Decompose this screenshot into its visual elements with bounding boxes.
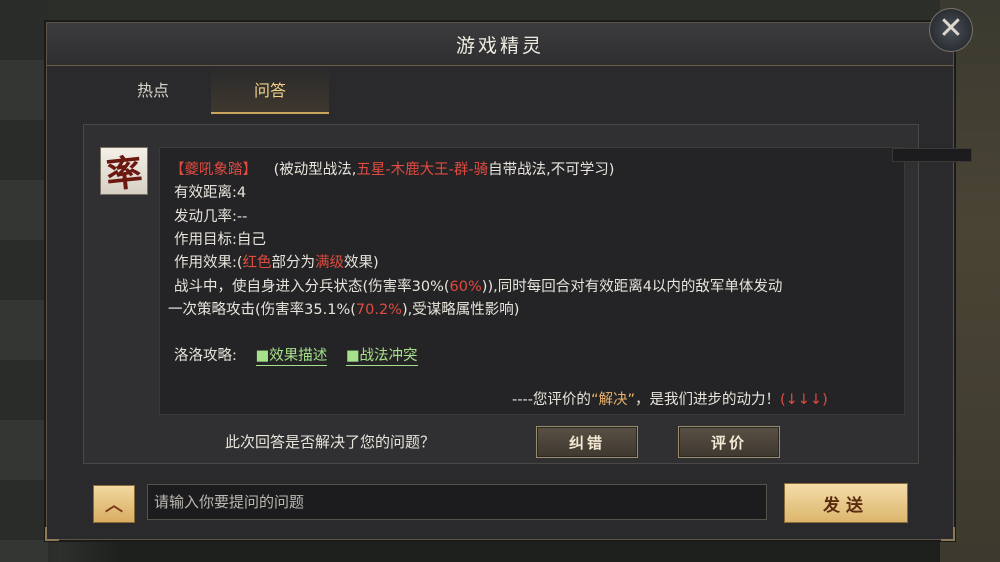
skill-desc-pre: (被动型战法, (273, 162, 357, 178)
tab-qa[interactable]: 问答 (211, 66, 329, 114)
answer-content[interactable]: 【夔吼象踏】 (被动型战法,五星-木鹿大王-群-骑自带战法,不可学习) 有效距离… (159, 147, 972, 415)
skill-title-line: 【夔吼象踏】 (被动型战法,五星-木鹿大王-群-骑自带战法,不可学习) (170, 158, 614, 179)
close-button[interactable]: ✕ (929, 8, 973, 52)
rating-arrows: (↓↓↓) (779, 392, 828, 408)
rating-mid: ，是我们进步的动力！ (634, 392, 780, 408)
question-input[interactable] (147, 484, 767, 520)
tab-hot[interactable]: 热点 (94, 66, 212, 112)
chevron-up-icon: ︿ (105, 495, 123, 516)
answer-panel: 【夔吼象踏】 (被动型战法,五星-木鹿大王-群-骑自带战法,不可学习) 有效距离… (83, 124, 972, 464)
correct-error-label: 纠错 (568, 433, 605, 452)
detail2-max: 70.2% (355, 302, 402, 318)
detail1-pre: 战斗中，使自身进入分兵状态(伤害率30%( (174, 279, 450, 295)
corner-ornament (941, 527, 955, 541)
game-background-left (0, 0, 48, 562)
skill-desc-post: 自带战法,不可学习) (488, 162, 615, 178)
correct-error-button[interactable]: 纠错 (536, 426, 638, 458)
effect-mid: 部分为 (271, 255, 316, 271)
guide-link-conflict[interactable]: ■战法冲突 (345, 348, 418, 366)
rating-solved: “解决” (590, 392, 635, 408)
range-text: 有效距离:4 (174, 185, 247, 201)
resolved-question: 此次回答是否解决了您的问题？ (225, 433, 436, 451)
tab-qa-label: 问答 (253, 81, 286, 100)
tab-bar: 热点 问答 (46, 66, 952, 114)
effect-detail-line2: 一次策略攻击(伤害率35.1%(70.2%),受谋略属性影响) (168, 298, 519, 319)
detail2-post: ),受谋略属性影响) (401, 302, 520, 318)
guide-link-effect[interactable]: ■效果描述 (255, 348, 328, 366)
close-icon: ✕ (938, 11, 964, 46)
effect-max-level: 满级 (315, 255, 345, 271)
game-background-top (0, 0, 1000, 24)
effect-red-word: 红色 (242, 255, 272, 271)
target-text: 作用目标:自己 (174, 232, 266, 248)
dialog-title-bar: 游戏精灵 (47, 23, 953, 66)
effect-pre: 作用效果:( (174, 255, 243, 271)
guide-label: 洛洛攻略: (174, 348, 237, 364)
scrollbar[interactable] (892, 148, 972, 162)
rate-label: 评价 (710, 433, 747, 452)
trigger-text: 发动几率:-- (174, 209, 248, 225)
rating-prompt: ----您评价的“解决”，是我们进步的动力！(↓↓↓) (512, 388, 828, 409)
detail1-max: 60% (449, 279, 482, 295)
assistant-avatar: 率 (100, 147, 148, 195)
rate-button[interactable]: 评价 (678, 426, 780, 458)
send-label: 发送 (823, 495, 869, 516)
avatar-glyph: 率 (104, 151, 145, 195)
send-button[interactable]: 发送 (784, 483, 908, 523)
dialog-title: 游戏精灵 (455, 34, 544, 57)
effect-post: 效果) (344, 255, 379, 271)
effect-detail-line1: 战斗中，使自身进入分兵状态(伤害率30%(60%)),同时每回合对有效距离4以内… (174, 275, 782, 296)
tab-hot-label: 热点 (136, 81, 169, 100)
skill-name: 【夔吼象踏】 (170, 162, 257, 178)
detail1-post: )),同时每回合对有效距离4以内的敌军单体发动 (481, 279, 783, 295)
skill-desc-hero: 五星-木鹿大王-群-骑 (356, 162, 489, 178)
guide-line: 洛洛攻略: ■效果描述 ■战法冲突 (174, 344, 418, 366)
rating-pre: ----您评价的 (512, 392, 591, 408)
detail2-pre: 一次策略攻击(伤害率35.1%( (168, 302, 356, 318)
effect-text: 作用效果:(红色部分为满级效果) (174, 251, 379, 272)
expand-button[interactable]: ︿ (93, 485, 135, 523)
corner-ornament (45, 527, 59, 541)
